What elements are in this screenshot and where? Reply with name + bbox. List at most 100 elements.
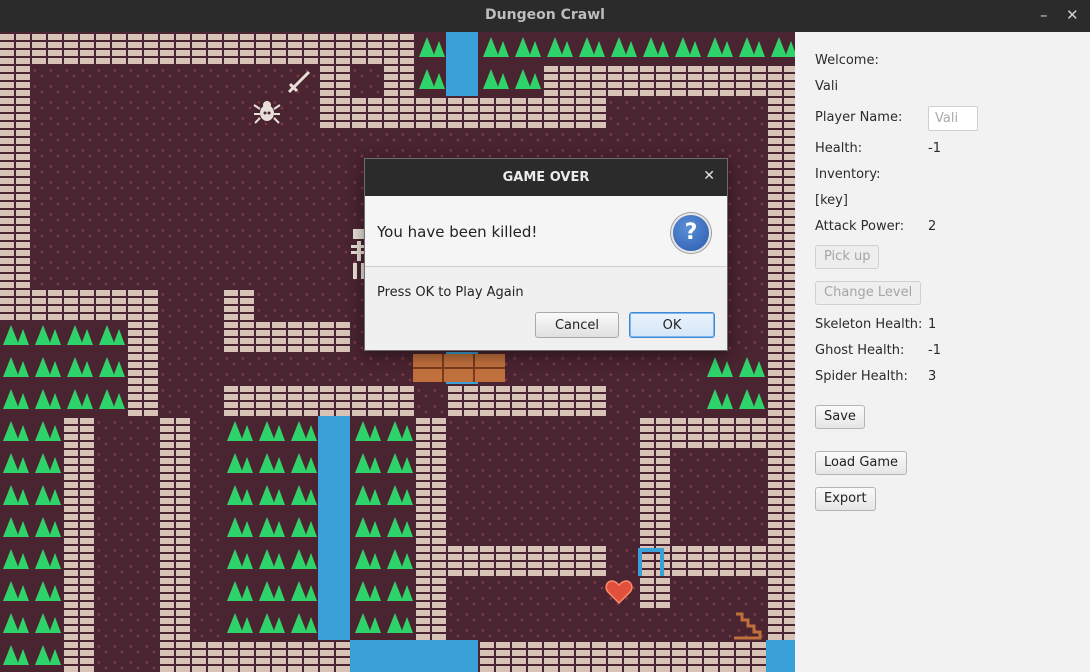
load-game-button[interactable]: Load Game <box>815 451 908 475</box>
tree-tile <box>350 416 382 448</box>
floor-tile <box>542 512 574 544</box>
floor-tile <box>478 608 510 640</box>
wall-tile <box>126 352 158 384</box>
wall-tile <box>766 96 795 128</box>
floor-tile <box>606 448 638 480</box>
tree-tile <box>0 416 30 448</box>
floor-tile <box>62 64 94 96</box>
floor-tile <box>702 608 734 640</box>
wall-tile <box>510 384 542 416</box>
tree-tile <box>0 608 30 640</box>
wall-tile <box>702 544 734 576</box>
tree-tile <box>254 576 286 608</box>
tree-tile <box>222 448 254 480</box>
floor-tile <box>478 512 510 544</box>
floor-tile <box>638 96 670 128</box>
wall-tile <box>94 32 126 64</box>
floor-tile <box>62 128 94 160</box>
floor-tile <box>670 96 702 128</box>
floor-tile <box>286 352 318 384</box>
tree-tile <box>350 544 382 576</box>
wall-tile <box>766 384 795 416</box>
pick-up-button[interactable]: Pick up <box>815 245 880 269</box>
dialog-content-text: Press OK to Play Again <box>377 285 524 300</box>
floor-tile <box>126 480 158 512</box>
floor-tile <box>190 480 222 512</box>
ok-button[interactable]: OK <box>629 312 715 338</box>
wall-tile <box>158 448 190 480</box>
floor-tile <box>254 160 286 192</box>
game-over-dialog: GAME OVER ✕ You have been killed! ? Pres… <box>364 158 728 351</box>
wall-tile <box>318 640 350 672</box>
tree-tile <box>350 608 382 640</box>
wall-tile <box>158 544 190 576</box>
floor-tile <box>254 128 286 160</box>
tree-tile <box>30 576 62 608</box>
floor-tile <box>670 448 702 480</box>
wall-tile <box>638 512 670 544</box>
tree-tile <box>414 64 446 96</box>
spider-health-value: 3 <box>928 369 937 384</box>
wall-tile <box>158 480 190 512</box>
floor-tile <box>734 576 766 608</box>
floor-tile <box>126 448 158 480</box>
tree-tile <box>286 512 318 544</box>
floor-tile <box>606 384 638 416</box>
tree-tile <box>382 480 414 512</box>
dialog-header: You have been killed! ? <box>365 196 727 267</box>
minimize-icon[interactable]: – <box>1040 6 1048 24</box>
floor-tile <box>510 608 542 640</box>
wall-tile <box>222 320 254 352</box>
floor-tile <box>606 608 638 640</box>
export-button[interactable]: Export <box>815 487 876 511</box>
floor-tile <box>286 288 318 320</box>
floor-tile <box>126 96 158 128</box>
tree-tile <box>350 480 382 512</box>
floor-tile <box>94 608 126 640</box>
tree-tile <box>0 384 30 416</box>
tree-tile <box>606 32 638 64</box>
wall-tile <box>126 32 158 64</box>
floor-tile <box>94 128 126 160</box>
wall-tile <box>286 384 318 416</box>
floor-tile <box>702 128 734 160</box>
wall-tile <box>318 384 350 416</box>
floor-tile <box>574 576 606 608</box>
floor-tile <box>478 416 510 448</box>
floor-tile <box>190 96 222 128</box>
save-button[interactable]: Save <box>815 405 865 429</box>
tree-tile <box>94 384 126 416</box>
wall-tile <box>158 32 190 64</box>
spider-health-label: Spider Health: <box>815 369 908 384</box>
floor-tile <box>62 160 94 192</box>
tree-tile <box>222 512 254 544</box>
floor-tile <box>734 256 766 288</box>
floor-tile <box>254 64 286 96</box>
tree-tile <box>510 32 542 64</box>
floor-tile <box>190 256 222 288</box>
wall-tile <box>606 64 638 96</box>
floor-tile <box>190 512 222 544</box>
change-level-button[interactable]: Change Level <box>815 281 922 305</box>
floor-tile <box>190 608 222 640</box>
floor-tile <box>190 128 222 160</box>
close-window-icon[interactable]: ✕ <box>1066 6 1079 24</box>
wall-tile <box>478 96 510 128</box>
floor-tile <box>286 192 318 224</box>
floor-tile <box>734 288 766 320</box>
player-name-input[interactable] <box>928 106 978 131</box>
floor-tile <box>286 96 318 128</box>
floor-tile <box>670 384 702 416</box>
wall-tile <box>734 416 766 448</box>
floor-tile <box>190 544 222 576</box>
wall-tile <box>670 64 702 96</box>
cancel-button[interactable]: Cancel <box>535 312 619 338</box>
floor-tile <box>510 352 542 384</box>
tree-tile <box>62 320 94 352</box>
floor-tile <box>318 288 350 320</box>
tree-tile <box>0 512 30 544</box>
dialog-close-icon[interactable]: ✕ <box>703 168 715 184</box>
wall-tile <box>286 32 318 64</box>
wall-tile <box>158 576 190 608</box>
wall-tile <box>702 416 734 448</box>
